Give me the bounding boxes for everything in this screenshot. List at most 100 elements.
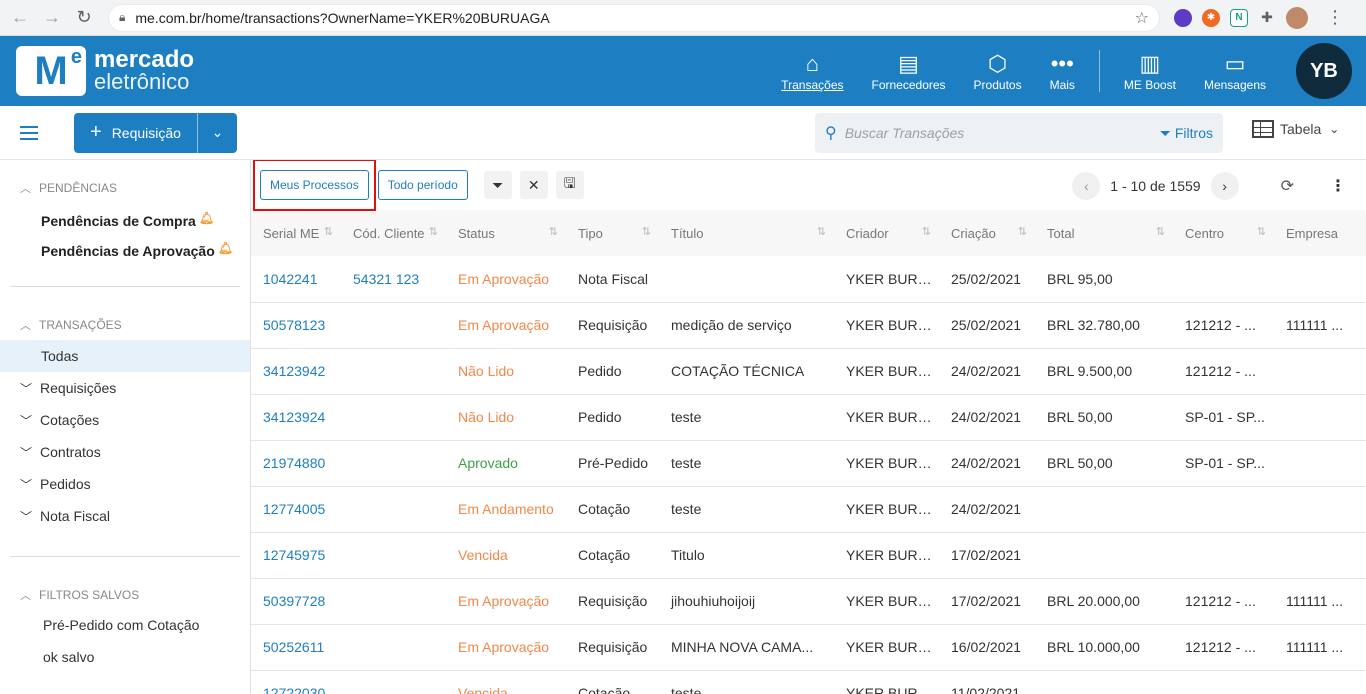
sidebar-item-todas[interactable]: Todas — [0, 340, 250, 372]
cell-cod[interactable] — [341, 440, 446, 487]
logo[interactable]: Me mercado eletrônico — [16, 46, 194, 96]
view-toggle[interactable]: Tabela ⌄ — [1252, 120, 1339, 138]
my-processes-button[interactable]: Meus Processos — [260, 170, 369, 200]
filter-bar: Meus Processos Todo período ⏷ ✕ 🖫︎ ‹ 1 -… — [251, 160, 1366, 211]
new-requisition-button[interactable]: + Requisição ⌄ — [74, 112, 237, 153]
save-filter-icon[interactable]: 🖫︎ — [555, 171, 584, 199]
sidebar-item-nota-fiscal[interactable]: ﹀ Nota Fiscal — [0, 500, 250, 532]
cell-serial[interactable]: 50578123 — [251, 302, 341, 349]
hamburger-menu-icon[interactable] — [20, 122, 38, 144]
chevron-up-icon: ︿ — [20, 183, 31, 195]
sidebar-item-pedidos[interactable]: ﹀ Pedidos — [0, 468, 250, 500]
table-row[interactable]: 34123942 Não Lido Pedido COTAÇÃO TÉCNICA YKE… — [251, 348, 1366, 395]
address-bar[interactable]: 🔒︎ me.com.br/home/transactions?OwnerName… — [108, 3, 1160, 32]
bookmark-star-icon[interactable]: ☆ — [1135, 8, 1149, 28]
table-row[interactable]: 12722030 Vencida Cotação teste YKER BURU... 1… — [251, 670, 1366, 694]
col-titulo[interactable]: Título ⇅ — [659, 210, 834, 256]
cell-serial[interactable]: 12745975 — [251, 532, 341, 579]
cell-cod[interactable] — [341, 394, 446, 441]
extension-orange-icon[interactable]: ✱ — [1202, 8, 1220, 27]
search-box[interactable]: ⚲ Buscar Transações ⏷ Filtros — [815, 113, 1223, 153]
reload-icon[interactable]: ↻ — [72, 6, 96, 30]
cell-cod[interactable]: 54321 123 — [341, 256, 446, 303]
cell-centro: 121212 - ... — [1173, 302, 1274, 349]
prev-page-icon[interactable]: ‹ — [1072, 172, 1101, 200]
cell-cod[interactable] — [341, 670, 446, 694]
table-row[interactable]: 50252611 Em Aprovação Requisição MINHA NOVA… — [251, 624, 1366, 671]
more-options-icon[interactable]: ⋮ — [1330, 176, 1346, 196]
back-icon[interactable]: ← — [8, 6, 32, 30]
cell-serial[interactable]: 50397728 — [251, 578, 341, 625]
extension-n-icon[interactable]: N — [1230, 8, 1248, 27]
col-serial[interactable]: Serial ME ⇅ — [251, 210, 341, 256]
search-input[interactable]: Buscar Transações — [845, 125, 1160, 141]
refresh-icon[interactable]: ⟳ — [1281, 176, 1294, 196]
saved-filter-item[interactable]: Pré-Pedido com Cotação — [0, 609, 250, 641]
cell-serial[interactable]: 34123924 — [251, 394, 341, 441]
sidebar-item-pendencias-compra[interactable]: Pendências de Compra 🔔︎ — [41, 206, 250, 236]
nav-produtos[interactable]: ⬡ Produtos — [974, 50, 1022, 92]
sidebar-item-cotacoes[interactable]: ﹀ Cotações — [0, 404, 250, 436]
profile-avatar[interactable] — [1286, 6, 1308, 29]
sidebar-item-pendencias-aprovacao[interactable]: Pendências de Aprovação 🔔︎ — [41, 236, 250, 266]
section-filtros-salvos[interactable]: ︿ FILTROS SALVOS — [20, 585, 250, 605]
filter-funnel-icon[interactable]: ⏷ — [483, 171, 512, 199]
cell-serial[interactable]: 21974880 — [251, 440, 341, 487]
section-transacoes[interactable]: ︿ TRANSAÇÕES — [20, 315, 250, 335]
all-period-button[interactable]: Todo período — [377, 170, 468, 200]
next-page-icon[interactable]: › — [1210, 172, 1239, 200]
saved-filter-item[interactable]: ok salvo — [0, 641, 250, 673]
table-row[interactable]: 34123924 Não Lido Pedido teste YKER BURU... 2… — [251, 394, 1366, 441]
cell-serial[interactable]: 50252611 — [251, 624, 341, 671]
chevron-down-icon: ﹀ — [20, 445, 33, 460]
cell-centro — [1173, 670, 1274, 694]
col-criador[interactable]: Criador ⇅ — [834, 210, 939, 256]
cell-titulo: medição de serviço — [659, 302, 834, 349]
col-cod-cliente[interactable]: Cód. Cliente ⇅ — [341, 210, 446, 256]
cell-cod[interactable] — [341, 302, 446, 349]
nav-mensagens[interactable]: ▭ Mensagens — [1204, 50, 1266, 92]
forward-icon[interactable]: → — [40, 6, 64, 30]
col-total[interactable]: Total ⇅ — [1035, 210, 1173, 256]
cell-criador: YKER BURU... — [834, 670, 939, 694]
cell-cod[interactable] — [341, 578, 446, 625]
cell-tipo: Cotação — [566, 532, 659, 579]
col-status[interactable]: Status ⇅ — [446, 210, 566, 256]
col-tipo[interactable]: Tipo ⇅ — [566, 210, 659, 256]
table-row[interactable]: 12774005 Em Andamento Cotação teste YKER BUR… — [251, 486, 1366, 533]
logo-line1: mercado — [94, 46, 195, 73]
table-row[interactable]: 50578123 Em Aprovação Requisição medição de… — [251, 302, 1366, 349]
cell-serial[interactable]: 1042241 — [251, 256, 341, 303]
col-empresa[interactable]: Empresa — [1274, 210, 1366, 256]
nav-transacoes[interactable]: ⌂ Transações — [781, 50, 843, 92]
clear-filters-icon[interactable]: ✕ — [519, 171, 548, 199]
cell-serial[interactable]: 12722030 — [251, 670, 341, 694]
col-criacao[interactable]: Criação ⇅ — [939, 210, 1035, 256]
cell-total: BRL 10.000,00 — [1035, 624, 1173, 671]
sidebar-item-requisicoes[interactable]: ﹀ Requisições — [0, 372, 250, 404]
sidebar-item-contratos[interactable]: ﹀ Contratos — [0, 436, 250, 468]
extension-circle-icon[interactable] — [1174, 8, 1192, 27]
table-row[interactable]: 12745975 Vencida Cotação Titulo YKER BURU...… — [251, 532, 1366, 579]
user-avatar[interactable]: YB — [1296, 43, 1352, 99]
cell-cod[interactable] — [341, 348, 446, 395]
col-centro[interactable]: Centro ⇅ — [1173, 210, 1274, 256]
section-pendencias[interactable]: ︿ PENDÊNCIAS — [20, 178, 250, 198]
chevron-down-icon[interactable]: ⌄ — [197, 112, 237, 153]
browser-menu-icon[interactable]: ⋮ — [1326, 7, 1344, 28]
nav-fornecedores[interactable]: ▤ Fornecedores — [872, 50, 946, 92]
table-row[interactable]: 50397728 Em Aprovação Requisição jihouhiuho… — [251, 578, 1366, 625]
cell-cod[interactable] — [341, 624, 446, 671]
sort-icon: ⇅ — [428, 226, 438, 238]
cell-total: BRL 32.780,00 — [1035, 302, 1173, 349]
cell-cod[interactable] — [341, 486, 446, 533]
cell-serial[interactable]: 34123942 — [251, 348, 341, 395]
nav-me-boost[interactable]: ▥ ME Boost — [1124, 50, 1176, 92]
table-row[interactable]: 1042241 54321 123 Em Aprovação Nota Fiscal Y… — [251, 256, 1366, 303]
cell-cod[interactable] — [341, 532, 446, 579]
puzzle-icon[interactable]: ✚ — [1258, 9, 1276, 27]
cell-serial[interactable]: 12774005 — [251, 486, 341, 533]
filters-button[interactable]: ⏷ Filtros — [1160, 125, 1213, 142]
nav-mais[interactable]: ••• Mais — [1050, 50, 1075, 92]
table-row[interactable]: 21974880 Aprovado Pré-Pedido teste YKER BURU… — [251, 440, 1366, 487]
